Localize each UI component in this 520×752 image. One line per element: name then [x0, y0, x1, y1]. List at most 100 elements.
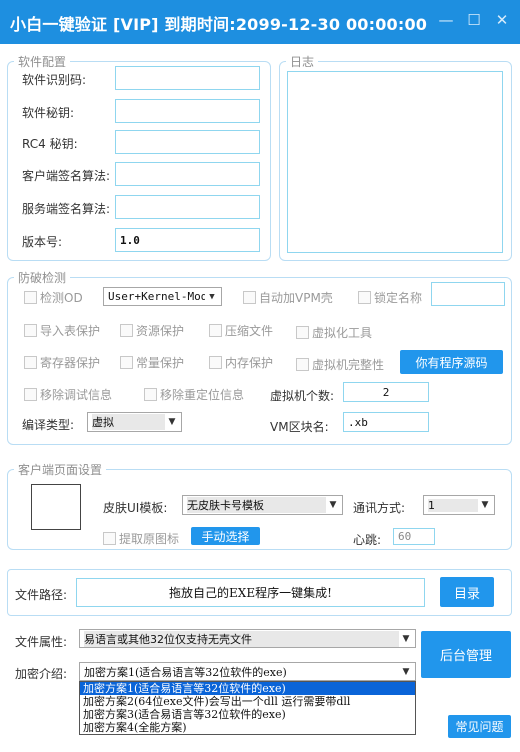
remove-debug-label: 移除调试信息	[40, 388, 113, 402]
memory-checkbox[interactable]: 内存保护	[209, 354, 273, 371]
detect-od-checkbox[interactable]: 检测OD	[24, 289, 83, 306]
maximize-icon[interactable]: ☐	[466, 12, 482, 28]
vm-count-field[interactable]: 2	[343, 382, 429, 402]
client-sign-label: 客户端签名算法:	[22, 169, 111, 183]
checkbox-icon	[358, 291, 371, 304]
file-attr-value: 易语言或其他32位仅支持无壳文件	[84, 630, 399, 647]
encrypt-option-4[interactable]: 加密方案4(全能方案)	[80, 721, 415, 734]
chevron-down-icon: ▼	[402, 666, 410, 677]
vm-block-field[interactable]: .xb	[343, 412, 429, 432]
comm-mode-value: 1	[428, 498, 478, 512]
chevron-down-icon: ▼	[481, 500, 489, 510]
version-label: 版本号:	[22, 235, 63, 249]
lock-name-checkbox[interactable]: 锁定名称	[358, 289, 422, 306]
heartbeat-label: 心跳:	[353, 533, 382, 547]
checkbox-icon	[24, 356, 37, 369]
checkbox-icon	[120, 324, 133, 337]
faq-button[interactable]: 常见问题	[448, 715, 511, 738]
checkbox-icon	[120, 356, 133, 369]
comm-mode-select[interactable]: 1 ▼	[423, 495, 495, 515]
import-table-label: 导入表保护	[40, 324, 101, 338]
register-checkbox[interactable]: 寄存器保护	[24, 354, 100, 371]
log-textarea[interactable]	[287, 71, 503, 253]
app-icon-preview[interactable]	[31, 484, 81, 530]
log-legend: 日志	[290, 55, 315, 69]
file-attr-select[interactable]: 易语言或其他32位仅支持无壳文件 ▼	[79, 629, 416, 648]
skin-template-label: 皮肤UI模板:	[103, 501, 168, 515]
encrypt-value: 加密方案1(适合易语言等32位软件的exe)	[84, 665, 287, 679]
checkbox-icon	[296, 358, 309, 371]
heartbeat-field[interactable]: 60	[393, 528, 435, 545]
close-icon[interactable]: ✕	[494, 12, 510, 28]
vm-integrity-label: 虚拟机完整性	[312, 358, 385, 372]
mode-value: User+Kernel-Mode	[108, 290, 205, 303]
backend-button[interactable]: 后台管理	[421, 631, 511, 678]
extract-icon-label: 提取原图标	[119, 532, 180, 546]
vm-integrity-checkbox[interactable]: 虚拟机完整性	[296, 356, 384, 373]
chevron-down-icon: ▼	[402, 633, 410, 644]
encrypt-option-2[interactable]: 加密方案2(64位exe文件)会写出一个dll 运行需要带dll	[80, 695, 415, 708]
compile-type-value: 虚拟	[92, 414, 165, 430]
skin-template-select[interactable]: 无皮肤卡号模板 ▼	[182, 495, 343, 515]
compile-type-select[interactable]: 虚拟 ▼	[87, 412, 182, 432]
version-field[interactable]: 1.0	[115, 228, 260, 252]
client-legend: 客户端页面设置	[18, 463, 103, 477]
encrypt-dropdown-list: 加密方案1(适合易语言等32位软件的exe) 加密方案2(64位exe文件)会写…	[79, 681, 416, 735]
encrypt-select[interactable]: 加密方案1(适合易语言等32位软件的exe) ▼	[79, 662, 416, 681]
mode-select[interactable]: User+Kernel-Mode ▼	[103, 287, 222, 306]
remove-reloc-checkbox[interactable]: 移除重定位信息	[144, 386, 244, 403]
directory-button[interactable]: 目录	[440, 577, 494, 607]
rc4-key-label: RC4 秘钥:	[22, 137, 78, 151]
window-title: 小白一键验证 [VIP] 到期时间:2099-12-30 00:00:00	[10, 15, 428, 34]
remove-reloc-label: 移除重定位信息	[160, 388, 245, 402]
virtualize-checkbox[interactable]: 虚拟化工具	[296, 324, 372, 341]
skin-template-value: 无皮肤卡号模板	[187, 497, 326, 513]
const-label: 常量保护	[136, 356, 185, 370]
server-sign-field[interactable]	[115, 195, 260, 219]
vm-count-label: 虚拟机个数:	[270, 389, 335, 403]
lock-name-field[interactable]	[431, 282, 505, 306]
protect-legend: 防破检测	[18, 271, 67, 285]
source-code-button[interactable]: 你有程序源码	[400, 350, 503, 374]
compress-label: 压缩文件	[225, 324, 274, 338]
remove-debug-checkbox[interactable]: 移除调试信息	[24, 386, 112, 403]
import-table-checkbox[interactable]: 导入表保护	[24, 322, 100, 339]
chevron-down-icon: ▼	[329, 500, 337, 510]
config-legend: 软件配置	[18, 55, 67, 69]
compress-checkbox[interactable]: 压缩文件	[209, 322, 273, 339]
resource-label: 资源保护	[136, 324, 185, 338]
comm-mode-label: 通讯方式:	[353, 501, 406, 515]
auto-vpm-label: 自动加VPM壳	[259, 291, 333, 305]
server-sign-label: 服务端签名算法:	[22, 202, 111, 216]
const-checkbox[interactable]: 常量保护	[120, 354, 184, 371]
checkbox-icon	[103, 532, 116, 545]
encrypt-option-1[interactable]: 加密方案1(适合易语言等32位软件的exe)	[80, 682, 415, 695]
chevron-down-icon: ▼	[209, 291, 215, 302]
app-key-label: 软件秘钥:	[22, 106, 75, 120]
app-id-label: 软件识别码:	[22, 73, 87, 87]
app-id-field[interactable]	[115, 66, 260, 90]
file-path-field[interactable]: 拖放自己的EXE程序一键集成!	[76, 578, 425, 607]
auto-vpm-checkbox[interactable]: 自动加VPM壳	[243, 289, 333, 306]
encrypt-label: 加密介绍:	[15, 667, 68, 681]
extract-icon-checkbox[interactable]: 提取原图标	[103, 530, 179, 547]
resource-checkbox[interactable]: 资源保护	[120, 322, 184, 339]
rc4-key-field[interactable]	[115, 130, 260, 154]
vm-block-label: VM区块名:	[270, 420, 329, 434]
virtualize-label: 虚拟化工具	[312, 326, 373, 340]
checkbox-icon	[24, 324, 37, 337]
minimize-icon[interactable]: —	[438, 12, 454, 28]
checkbox-icon	[24, 388, 37, 401]
checkbox-icon	[296, 326, 309, 339]
checkbox-icon	[209, 356, 222, 369]
client-sign-field[interactable]	[115, 162, 260, 186]
file-attr-label: 文件属性:	[15, 635, 68, 649]
detect-od-label: 检测OD	[40, 291, 83, 305]
chevron-down-icon: ▼	[168, 417, 176, 427]
checkbox-icon	[243, 291, 256, 304]
register-label: 寄存器保护	[40, 356, 101, 370]
checkbox-icon	[209, 324, 222, 337]
app-key-field[interactable]	[115, 99, 260, 123]
manual-select-button[interactable]: 手动选择	[191, 527, 260, 545]
encrypt-option-3[interactable]: 加密方案3(适合易语言等32位软件的exe)	[80, 708, 415, 721]
